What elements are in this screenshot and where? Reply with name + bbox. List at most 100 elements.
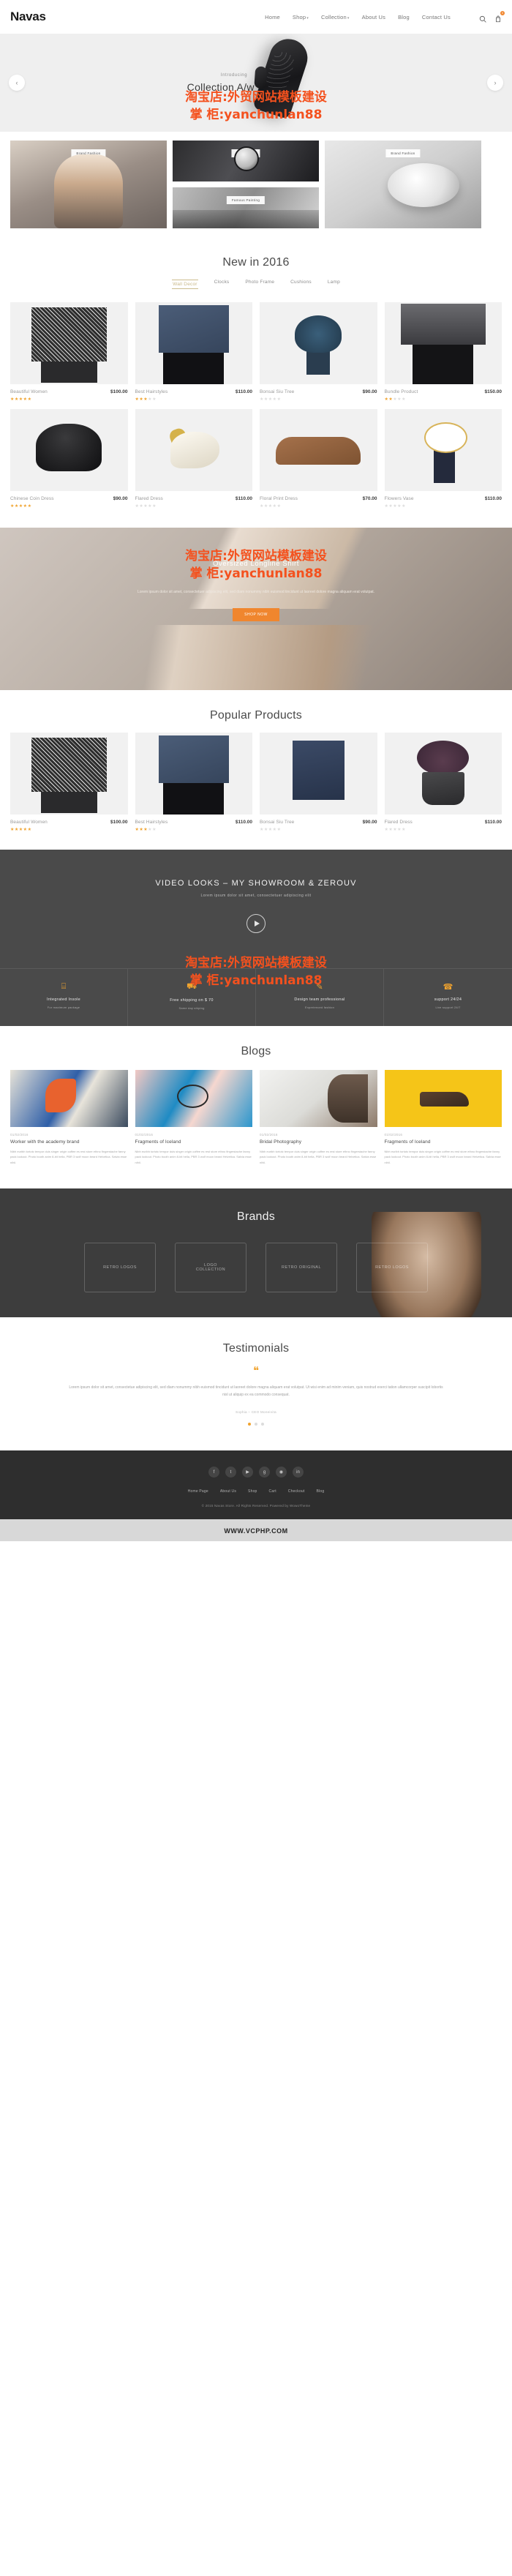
- product-image[interactable]: [384, 733, 502, 815]
- filter-tab-photo-frame[interactable]: Photo Frame: [245, 280, 274, 289]
- blog-card[interactable]: 01/02/2016 Fragments of Iceland Nibh eurib…: [135, 1070, 253, 1165]
- twitter-icon[interactable]: t: [225, 1467, 236, 1478]
- category-banner-row: Brand Fashion Spirit Book Famous Paintin…: [0, 132, 512, 237]
- product-card[interactable]: Chinese Coin Dress $90.00 ★★★★★: [10, 409, 128, 509]
- footer-link[interactable]: Blog: [317, 1489, 325, 1494]
- hero-slider[interactable]: Introducing Collection A/w 2015 ‹ › 淘宝店:…: [0, 34, 512, 132]
- brand-logo[interactable]: RETRO LOGOS: [356, 1243, 428, 1293]
- product-card[interactable]: Best Hairstyles $110.00 ★★★★★: [135, 302, 252, 402]
- category-banner-interior[interactable]: Famous Painting: [173, 187, 319, 228]
- linkedin-icon[interactable]: in: [293, 1467, 304, 1478]
- product-rating: ★★★★★: [135, 504, 157, 509]
- feature-title: Integrated Insole: [46, 997, 81, 1002]
- product-image[interactable]: [10, 733, 128, 815]
- blog-image[interactable]: [135, 1070, 252, 1127]
- product-card[interactable]: Flowers Vase $110.00 ★★★★★: [384, 409, 502, 509]
- product-name: Flared Dress: [384, 820, 413, 825]
- nav-item-blog[interactable]: Blog: [398, 14, 410, 20]
- product-card[interactable]: Beautiful Women $100.00 ★★★★★: [10, 733, 128, 832]
- product-card[interactable]: Beautiful Women $100.00 ★★★★★: [10, 302, 128, 402]
- blog-title[interactable]: Worker with the academy brand: [10, 1139, 128, 1145]
- product-rating: ★★★★★: [260, 397, 282, 402]
- cart-icon[interactable]: 0: [494, 11, 505, 23]
- product-image[interactable]: [135, 302, 252, 384]
- facebook-icon[interactable]: f: [208, 1467, 219, 1478]
- feature-integrated-insole[interactable]: ⌸ Integrated Insole For maximum package: [0, 969, 128, 1026]
- blog-card[interactable]: 01/02/2016 Worker with the academy brand N…: [10, 1070, 128, 1165]
- footer-link[interactable]: About Us: [220, 1489, 236, 1494]
- product-image[interactable]: [260, 302, 377, 384]
- play-icon[interactable]: [246, 914, 266, 933]
- blog-card[interactable]: 01/02/2016 Bridal Photography Nibh euribh …: [260, 1070, 377, 1165]
- youtube-icon[interactable]: ▶: [242, 1467, 253, 1478]
- footer-link[interactable]: Shop: [248, 1489, 257, 1494]
- filter-tab-wall-decor[interactable]: Wall Decor: [172, 280, 198, 289]
- nav-item-contact-us[interactable]: Contact Us: [422, 14, 451, 20]
- product-card[interactable]: Flared Dress $110.00 ★★★★★: [384, 733, 502, 832]
- brand-logo[interactable]: RETRO ORIGINAL: [266, 1243, 337, 1293]
- feature-support[interactable]: ☎ support 24/24 Live support 24/7: [384, 969, 512, 1026]
- product-price: $70.00: [362, 496, 377, 501]
- nav-item-shop[interactable]: Shop▾: [293, 14, 309, 20]
- search-icon[interactable]: [479, 13, 486, 23]
- blog-title[interactable]: Fragments of Iceland: [135, 1139, 253, 1145]
- hero-next-arrow[interactable]: ›: [487, 75, 503, 91]
- blog-card[interactable]: 01/02/2016 Fragments of Iceland Nibh eurib…: [384, 1070, 502, 1165]
- blog-title[interactable]: Fragments of Iceland: [385, 1139, 502, 1145]
- footer-link[interactable]: Home Page: [188, 1489, 208, 1494]
- footer-link[interactable]: Checkout: [288, 1489, 305, 1494]
- feature-description: Experienced fashion: [304, 1006, 335, 1009]
- blog-image[interactable]: [384, 1070, 502, 1127]
- feature-design-team[interactable]: ✎ Design team professional Experienced fas…: [256, 969, 384, 1026]
- product-image[interactable]: [384, 409, 502, 491]
- brand-logo[interactable]: LOGO COLLECTION: [175, 1243, 246, 1293]
- testimonial-dot[interactable]: [248, 1423, 251, 1426]
- product-rating: ★★★★★: [10, 504, 32, 509]
- product-image[interactable]: [10, 302, 128, 384]
- product-price: $90.00: [113, 496, 128, 501]
- popular-products-grid: Beautiful Women $100.00 ★★★★★ Best Hairstyl…: [0, 733, 512, 832]
- blog-date: 01/02/2016: [384, 1133, 403, 1137]
- footer-link[interactable]: Cart: [269, 1489, 276, 1494]
- site-logo[interactable]: Navas: [10, 10, 46, 24]
- nav-item-collection[interactable]: Collection▾: [321, 14, 350, 20]
- product-image[interactable]: [135, 733, 252, 815]
- hero-prev-arrow[interactable]: ‹: [9, 75, 25, 91]
- category-banner-fashion[interactable]: Brand Fashion: [10, 141, 167, 228]
- product-price: $110.00: [235, 820, 252, 825]
- product-card[interactable]: Flared Dress $110.00 ★★★★★: [135, 409, 252, 509]
- product-card[interactable]: Floral Print Dress $70.00 ★★★★★: [260, 409, 377, 509]
- product-image[interactable]: [260, 409, 377, 491]
- product-image[interactable]: [260, 733, 377, 815]
- testimonials-section-title: Testimonials: [222, 1342, 290, 1355]
- testimonial-dot[interactable]: [255, 1423, 257, 1426]
- dribbble-icon[interactable]: ◉: [276, 1467, 287, 1478]
- filter-tab-cushions[interactable]: Cushions: [290, 280, 312, 289]
- blog-image[interactable]: [10, 1070, 128, 1127]
- category-banner-coffee[interactable]: Brand Fashion: [325, 141, 481, 228]
- category-banner-tag: Brand Fashion: [385, 149, 421, 157]
- feature-free-shipping[interactable]: ⛟ Free shipping on $ 70 Same day shiping: [128, 969, 256, 1026]
- product-card[interactable]: Bundle Product $150.00 ★★★★★: [384, 302, 502, 402]
- blog-title[interactable]: Bridal Photography: [260, 1139, 377, 1145]
- nav-item-about-us[interactable]: About Us: [362, 14, 385, 20]
- testimonial-dot[interactable]: [261, 1423, 264, 1426]
- product-image[interactable]: [135, 409, 252, 491]
- google-plus-icon[interactable]: g: [259, 1467, 270, 1478]
- nav-item-home[interactable]: Home: [265, 14, 280, 20]
- product-filter-tabs: Wall Decor Clocks Photo Frame Cushions L…: [0, 269, 512, 302]
- product-card[interactable]: Bonsai Siu Tree $90.00 ★★★★★: [260, 733, 377, 832]
- product-card[interactable]: Best Hairstyles $110.00 ★★★★★: [135, 733, 252, 832]
- blog-image[interactable]: [260, 1070, 377, 1127]
- blog-excerpt: Nibh euribh tortotc tempor duis singer o…: [384, 1150, 501, 1164]
- brand-logo[interactable]: RETRO LOGOS: [84, 1243, 156, 1293]
- product-image[interactable]: [10, 409, 128, 491]
- filter-tab-lamp[interactable]: Lamp: [328, 280, 340, 289]
- promo-title: Oversized Longline Shirt: [213, 560, 299, 568]
- video-title: VIDEO LOOKS – MY SHOWROOM & ZEROUV: [155, 879, 357, 888]
- product-image[interactable]: [384, 302, 502, 384]
- promo-shop-now-button[interactable]: SHOP NOW: [233, 607, 279, 621]
- product-card[interactable]: Bonsai Siu Tree $90.00 ★★★★★: [260, 302, 377, 402]
- filter-tab-clocks[interactable]: Clocks: [214, 280, 230, 289]
- category-banner-watch[interactable]: Spirit Book: [173, 141, 319, 181]
